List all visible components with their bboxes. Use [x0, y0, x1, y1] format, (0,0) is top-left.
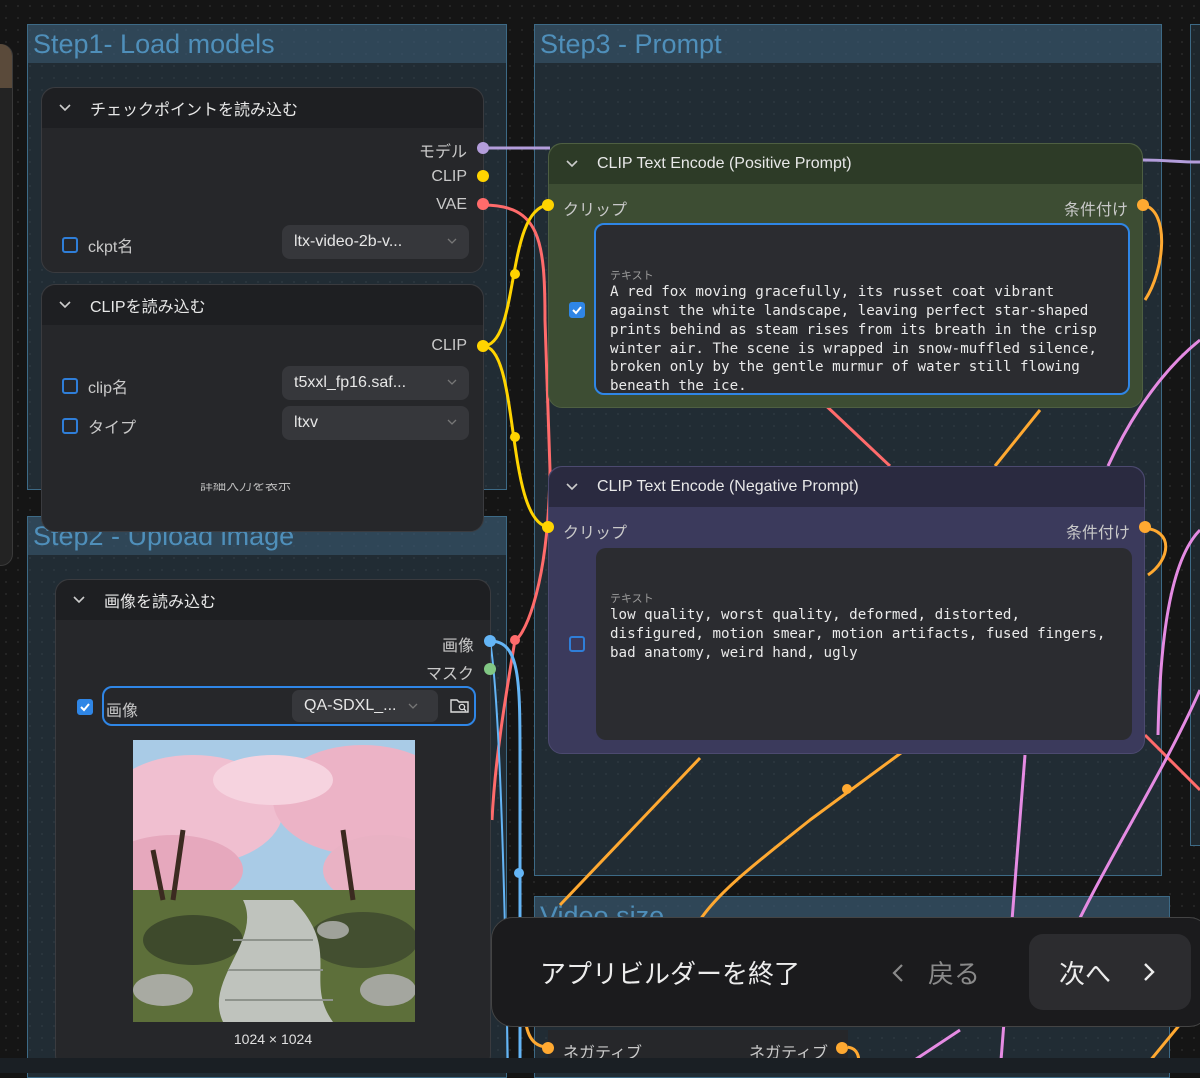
show-advanced-label: 詳細入力を表示 — [200, 483, 292, 493]
clip-loader-node[interactable]: CLIPを読み込む CLIP clip名 t5xxl_fp16.saf... タ… — [41, 284, 484, 532]
output-label-image: 画像 — [441, 638, 474, 655]
chevron-left-icon — [892, 963, 903, 982]
node-title: 画像を読み込む — [104, 594, 217, 611]
group-title-step1[interactable]: Step1- Load models — [28, 25, 506, 63]
chevron-down-icon[interactable] — [72, 593, 86, 607]
exit-app-builder-button[interactable]: アプリビルダーを終了 — [540, 954, 800, 991]
output-label-conditioning: 条件付け — [1065, 525, 1130, 542]
input-label-clip: クリップ — [563, 525, 628, 542]
output-label-vae: VAE — [436, 196, 467, 213]
node-title: CLIP Text Encode (Negative Prompt) — [597, 478, 859, 495]
cherry-blossom-garden-image — [133, 740, 415, 1022]
show-advanced-inputs-link[interactable]: 詳細入力を表示 — [200, 483, 291, 493]
back-label: 戻る — [928, 959, 981, 989]
next-button[interactable]: 次へ — [1029, 934, 1191, 1010]
output-slot-clip[interactable] — [477, 340, 489, 352]
back-button[interactable]: 戻る — [890, 954, 980, 991]
output-label-conditioning: 条件付け — [1063, 202, 1128, 219]
output-slot-clip[interactable] — [477, 170, 489, 182]
node-header[interactable]: CLIP Text Encode (Negative Prompt) — [549, 467, 1144, 507]
group-title-step3[interactable]: Step3 - Prompt — [535, 25, 1161, 63]
right-group-edge — [1190, 24, 1200, 846]
checkmark-icon — [80, 703, 90, 712]
clip-name-label: clip名 — [88, 380, 129, 397]
clip-name-select[interactable]: t5xxl_fp16.saf... — [282, 366, 469, 400]
input-slot-clip[interactable] — [542, 521, 554, 533]
output-slot-conditioning[interactable] — [1137, 199, 1149, 211]
folder-search-icon[interactable] — [450, 697, 470, 715]
image-preview[interactable] — [133, 740, 415, 1022]
checkmark-icon — [572, 306, 582, 315]
ckpt-select-value: ltx-video-2b-v... — [294, 233, 403, 250]
clip-name-checkbox[interactable] — [62, 378, 78, 394]
ckpt-widget-row[interactable]: ckpt名 — [62, 233, 133, 257]
clip-type-label: タイプ — [88, 420, 137, 437]
output-slot-vae[interactable] — [477, 198, 489, 210]
node-title: CLIPを読み込む — [90, 299, 206, 316]
checkpoint-loader-node[interactable]: チェックポイントを読み込む モデル CLIP VAE ckpt名 ltx-vid… — [41, 87, 484, 273]
node-title: CLIP Text Encode (Positive Prompt) — [597, 155, 852, 172]
chevron-down-icon[interactable] — [58, 298, 72, 312]
node-header[interactable]: 画像を読み込む — [56, 580, 490, 620]
chevron-down-icon[interactable] — [58, 101, 72, 115]
negative-prompt-node[interactable]: CLIP Text Encode (Negative Prompt) クリップ … — [548, 466, 1145, 754]
input-slot-negative[interactable] — [542, 1042, 554, 1054]
chevron-down-icon[interactable] — [565, 480, 579, 494]
chevron-down-icon — [447, 379, 457, 385]
clip-type-value: ltxv — [294, 414, 318, 431]
image-dimensions: 1024 × 1024 — [233, 1031, 313, 1047]
image-checkbox[interactable] — [77, 699, 93, 715]
ckpt-checkbox[interactable] — [62, 237, 78, 253]
positive-text-area[interactable]: テキスト A red fox moving gracefully, its rus… — [594, 223, 1130, 395]
negative-prompt-text: low quality, worst quality, deformed, di… — [610, 607, 1114, 661]
app-builder-toolbar: アプリビルダーを終了 戻る 次へ — [491, 917, 1200, 1027]
output-label-clip: CLIP — [431, 337, 467, 354]
ckpt-label: ckpt名 — [88, 239, 134, 256]
clip-type-select[interactable]: ltxv — [282, 406, 469, 440]
image-widget-label: 画像 — [106, 703, 139, 720]
image-widget[interactable]: 画像 QA-SDXL_... — [102, 686, 476, 726]
chevron-down-icon[interactable] — [565, 157, 579, 171]
output-slot-conditioning[interactable] — [1139, 521, 1151, 533]
text-field-label: テキスト — [610, 270, 654, 283]
side-panel-edge — [0, 44, 13, 566]
text-field-label: テキスト — [610, 593, 654, 606]
side-panel-accent — [0, 44, 12, 88]
next-label: 次へ — [1059, 958, 1112, 989]
clip-type-checkbox[interactable] — [62, 418, 78, 434]
negative-text-area[interactable]: テキスト low quality, worst quality, deformed… — [596, 548, 1132, 740]
positive-prompt-text: A red fox moving gracefully, its russet … — [610, 284, 1106, 394]
node-title: チェックポイントを読み込む — [90, 102, 299, 119]
input-label-clip: クリップ — [563, 202, 628, 219]
output-slot-mask[interactable] — [484, 663, 496, 675]
positive-prompt-node[interactable]: CLIP Text Encode (Positive Prompt) クリップ … — [548, 143, 1143, 408]
image-select[interactable]: QA-SDXL_... — [292, 690, 438, 722]
node-header[interactable]: チェックポイントを読み込む — [42, 88, 483, 128]
image-select-value: QA-SDXL_... — [304, 697, 397, 714]
chevron-down-icon — [447, 419, 457, 425]
output-slot-negative[interactable] — [836, 1042, 848, 1054]
ckpt-select[interactable]: ltx-video-2b-v... — [282, 225, 469, 259]
bottom-status-strip — [0, 1058, 1200, 1073]
chevron-down-icon — [447, 238, 457, 244]
node-header[interactable]: CLIPを読み込む — [42, 285, 483, 325]
negative-text-checkbox[interactable] — [569, 636, 585, 652]
output-label-model: モデル — [418, 144, 467, 161]
clip-name-value: t5xxl_fp16.saf... — [294, 374, 407, 391]
positive-text-checkbox[interactable] — [569, 302, 585, 318]
load-image-node[interactable]: 画像を読み込む 画像 マスク 画像 QA-SDXL_... 1024 × 102… — [55, 579, 491, 1069]
output-label-clip: CLIP — [431, 168, 467, 185]
output-label-mask: マスク — [425, 666, 474, 683]
output-slot-model[interactable] — [477, 142, 489, 154]
input-slot-clip[interactable] — [542, 199, 554, 211]
chevron-right-icon — [1144, 963, 1155, 981]
node-header[interactable]: CLIP Text Encode (Positive Prompt) — [549, 144, 1142, 184]
output-slot-image[interactable] — [484, 635, 496, 647]
clip-type-row[interactable]: タイプ — [62, 414, 136, 438]
chevron-down-icon — [408, 703, 418, 709]
clip-name-row[interactable]: clip名 — [62, 374, 128, 398]
